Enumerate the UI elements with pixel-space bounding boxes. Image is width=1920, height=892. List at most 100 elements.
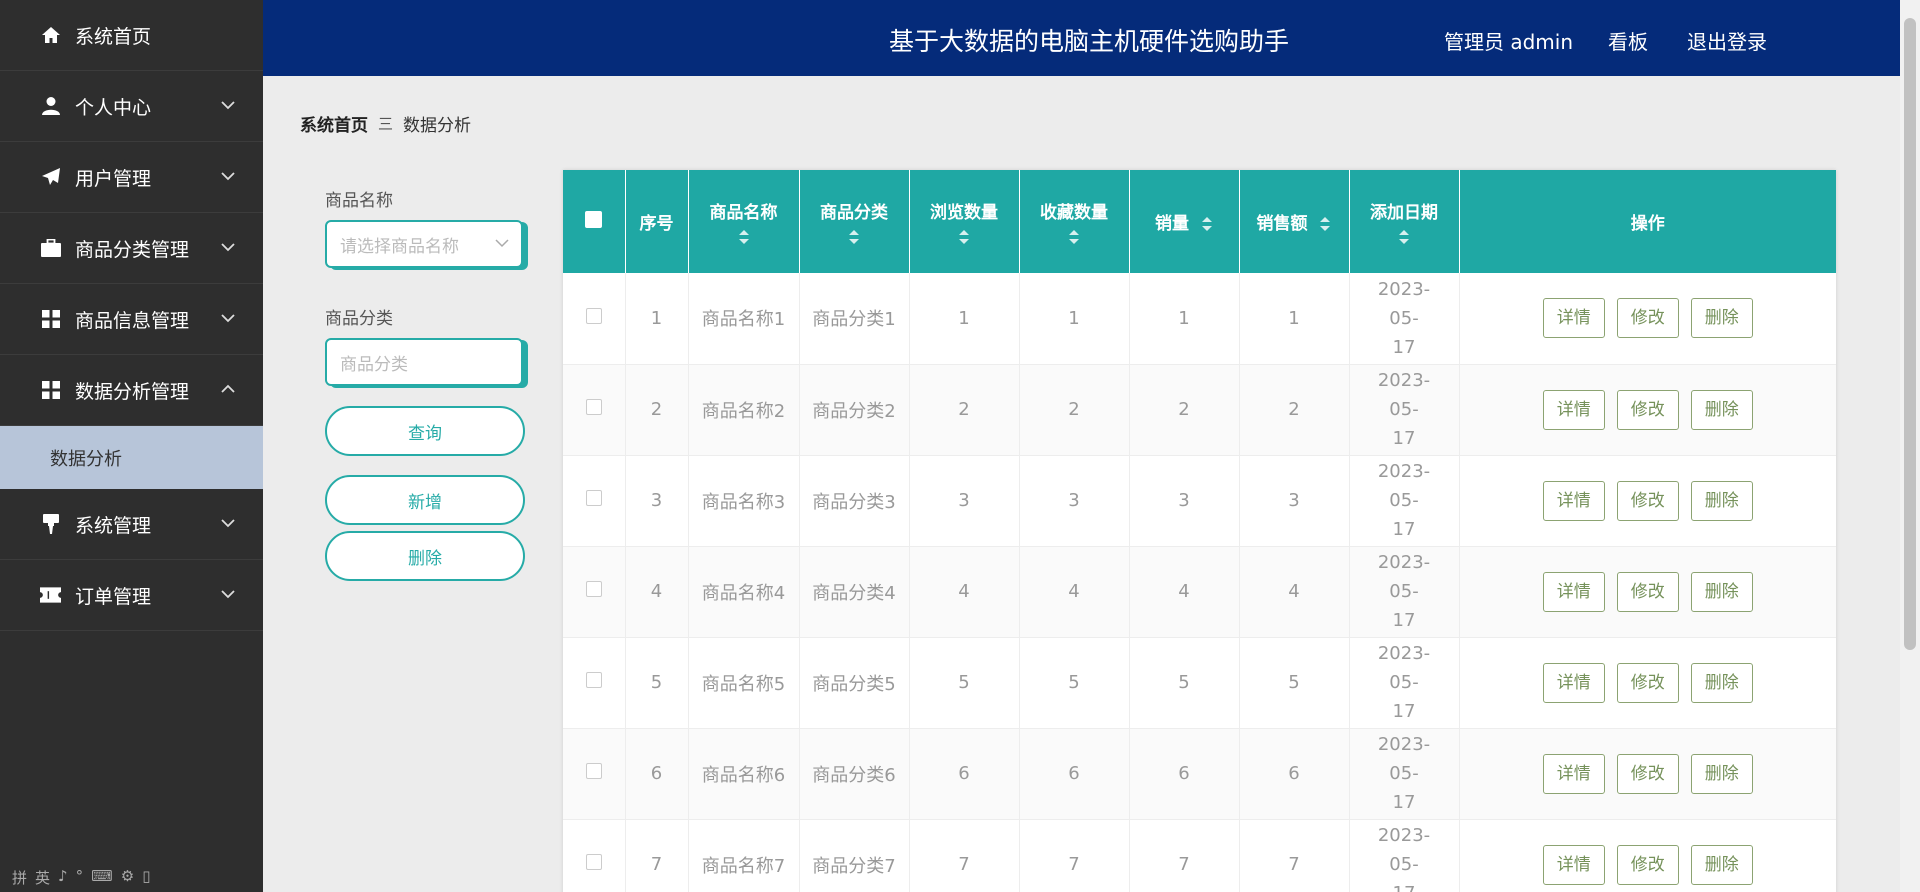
cell-favorites: 5: [1019, 637, 1130, 729]
header-revenue[interactable]: 销售额: [1239, 170, 1350, 273]
header-views[interactable]: 浏览数量: [909, 170, 1020, 273]
sidebar-item-product-management[interactable]: 商品信息管理: [0, 284, 263, 355]
scrollbar-thumb[interactable]: [1904, 18, 1916, 650]
sidebar-item-system-management[interactable]: 系统管理: [0, 489, 263, 560]
sidebar-item-profile[interactable]: 个人中心: [0, 71, 263, 142]
header-product-name[interactable]: 商品名称: [688, 170, 800, 273]
cell-revenue: 7: [1239, 819, 1350, 892]
delete-button[interactable]: 删除: [1690, 844, 1753, 885]
product-name-placeholder: 请选择商品名称: [340, 236, 459, 257]
sidebar-item-data-analysis-management[interactable]: 数据分析管理: [0, 355, 263, 426]
detail-button[interactable]: 详情: [1542, 571, 1605, 612]
edit-button[interactable]: 修改: [1616, 298, 1679, 339]
cell-index: 6: [625, 728, 689, 820]
sort-icon[interactable]: [1068, 229, 1080, 245]
edit-button[interactable]: 修改: [1616, 844, 1679, 885]
detail-button[interactable]: 详情: [1542, 389, 1605, 430]
delete-button[interactable]: 删除: [1690, 662, 1753, 703]
edit-button[interactable]: 修改: [1616, 480, 1679, 521]
header-select-all[interactable]: [563, 170, 626, 273]
detail-button[interactable]: 详情: [1542, 298, 1605, 339]
table-row: 2 商品名称2 商品分类2 2 2 2 2 2023-05- 17 详情 修改 删除: [563, 364, 1836, 456]
detail-button[interactable]: 详情: [1542, 662, 1605, 703]
row-checkbox[interactable]: [585, 854, 602, 870]
row-select-cell[interactable]: [563, 455, 626, 547]
batch-delete-button[interactable]: 删除: [325, 531, 525, 581]
table-row: 1 商品名称1 商品分类1 1 1 1 1 2023-05- 17 详情 修改 删除: [563, 273, 1836, 365]
edit-button[interactable]: 修改: [1616, 753, 1679, 794]
ime-keyboard-icon[interactable]: ⌨: [91, 867, 113, 888]
header-sales[interactable]: 销量: [1129, 170, 1240, 273]
admin-user-link[interactable]: 管理员 admin: [1444, 26, 1573, 55]
row-select-cell[interactable]: [563, 728, 626, 820]
date-line: 17: [1392, 519, 1416, 540]
header-product-category[interactable]: 商品分类: [799, 170, 910, 273]
add-button[interactable]: 新增: [325, 475, 525, 525]
row-checkbox[interactable]: [585, 399, 602, 415]
sidebar-item-home[interactable]: 系统首页: [0, 0, 263, 71]
sidebar: 系统首页 个人中心 用户管理 商品分类管理 商品信息管理 数据分析管理 数据分析…: [0, 0, 263, 892]
date-line: 2023-05-: [1377, 461, 1431, 511]
edit-button[interactable]: 修改: [1616, 389, 1679, 430]
sidebar-item-users[interactable]: 用户管理: [0, 142, 263, 213]
edit-button[interactable]: 修改: [1616, 662, 1679, 703]
row-select-cell[interactable]: [563, 273, 626, 365]
cell-sales: 6: [1129, 728, 1240, 820]
row-select-cell[interactable]: [563, 546, 626, 638]
sort-icon[interactable]: [958, 229, 970, 245]
delete-button[interactable]: 删除: [1690, 298, 1753, 339]
edit-button[interactable]: 修改: [1616, 571, 1679, 612]
sort-icon[interactable]: [848, 229, 860, 245]
ime-punct-icon[interactable]: °: [76, 867, 84, 888]
table-row: 6 商品名称6 商品分类6 6 6 6 6 2023-05- 17 详情 修改 删除: [563, 728, 1836, 820]
row-checkbox[interactable]: [585, 672, 602, 688]
detail-button[interactable]: 详情: [1542, 480, 1605, 521]
detail-button[interactable]: 详情: [1542, 753, 1605, 794]
cell-added-date: 2023-05- 17: [1349, 364, 1460, 456]
ime-toolbar[interactable]: 拼 英 ♪ ° ⌨ ⚙ ▯: [12, 867, 150, 888]
product-category-input[interactable]: 商品分类: [325, 338, 523, 386]
delete-button[interactable]: 删除: [1690, 480, 1753, 521]
row-checkbox[interactable]: [585, 763, 602, 779]
row-select-cell[interactable]: [563, 819, 626, 892]
detail-button[interactable]: 详情: [1542, 844, 1605, 885]
sidebar-item-category-management[interactable]: 商品分类管理: [0, 213, 263, 284]
sidebar-item-order-management[interactable]: 订单管理: [0, 560, 263, 631]
cell-views: 7: [909, 819, 1020, 892]
cell-product-name: 商品名称6: [688, 728, 800, 820]
page-scrollbar[interactable]: [1900, 0, 1920, 892]
table-body: 1 商品名称1 商品分类1 1 1 1 1 2023-05- 17 详情 修改 删除 2 商品名称2 商品分…: [563, 273, 1836, 892]
cell-favorites: 4: [1019, 546, 1130, 638]
sort-icon[interactable]: [738, 229, 750, 245]
header-views-label: 浏览数量: [930, 203, 998, 223]
ime-lang-icon[interactable]: 英: [35, 867, 50, 888]
dashboard-link[interactable]: 看板: [1608, 26, 1648, 55]
product-name-select[interactable]: 请选择商品名称: [325, 220, 523, 268]
header-added-date[interactable]: 添加日期: [1349, 170, 1460, 273]
row-checkbox[interactable]: [585, 490, 602, 506]
row-checkbox[interactable]: [585, 581, 602, 597]
breadcrumb-home[interactable]: 系统首页: [300, 111, 368, 136]
row-checkbox[interactable]: [585, 307, 602, 324]
select-all-checkbox[interactable]: [585, 210, 603, 228]
ime-expand-icon[interactable]: ▯: [142, 867, 150, 888]
delete-button[interactable]: 删除: [1690, 753, 1753, 794]
cell-index: 4: [625, 546, 689, 638]
row-select-cell[interactable]: [563, 637, 626, 729]
header-favorites[interactable]: 收藏数量: [1019, 170, 1130, 273]
logout-link[interactable]: 退出登录: [1687, 26, 1767, 55]
delete-button[interactable]: 删除: [1690, 571, 1753, 612]
breadcrumb-separator: 三: [378, 115, 394, 133]
ime-mode-icon[interactable]: 拼: [12, 867, 27, 888]
ime-voice-icon[interactable]: ♪: [58, 867, 68, 888]
query-button[interactable]: 查询: [325, 406, 525, 456]
cell-sales: 3: [1129, 455, 1240, 547]
delete-button[interactable]: 删除: [1690, 389, 1753, 430]
cell-product-name: 商品名称3: [688, 455, 800, 547]
sort-icon[interactable]: [1398, 229, 1410, 245]
sidebar-subitem-data-analysis[interactable]: 数据分析: [0, 426, 263, 489]
ime-settings-icon[interactable]: ⚙: [121, 867, 134, 888]
sort-icon[interactable]: [1319, 216, 1331, 232]
row-select-cell[interactable]: [563, 364, 626, 456]
sort-icon[interactable]: [1201, 216, 1213, 232]
